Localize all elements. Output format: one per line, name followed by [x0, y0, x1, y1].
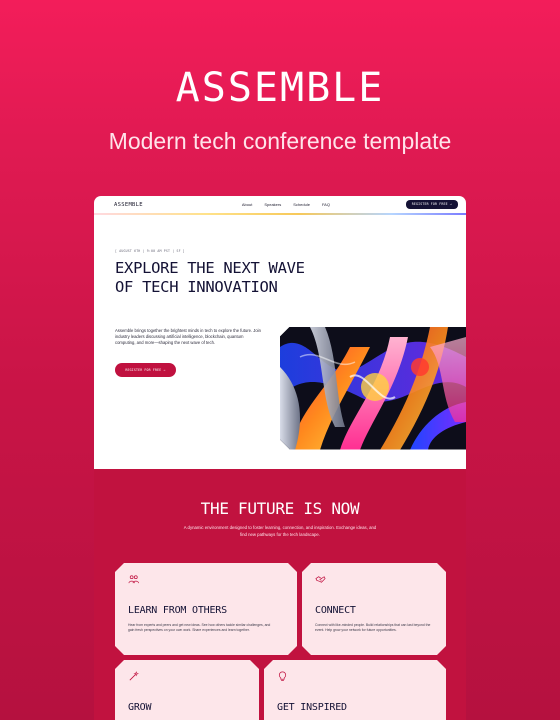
nav-link-schedule[interactable]: Schedule [293, 202, 310, 207]
top-nav: ASSEMBLE About Speakers Schedule FAQ REG… [94, 196, 466, 213]
sparkle-wand-icon [128, 671, 139, 682]
section-title: THE FUTURE IS NOW [200, 499, 360, 518]
future-section: THE FUTURE IS NOW A dynamic environment … [94, 469, 466, 720]
nav-logo[interactable]: ASSEMBLE [114, 202, 143, 208]
card-title: LEARN FROM OTHERS [128, 605, 227, 616]
nav-register-button[interactable]: REGISTER FOR FREE → [405, 200, 458, 209]
handshake-icon [315, 574, 326, 585]
card-title: GET INSPIRED [277, 702, 347, 713]
hero-logo: ASSEMBLE [175, 65, 385, 111]
card-description: Hear from experts and peers and get new … [128, 623, 271, 633]
feature-card-learn: LEARN FROM OTHERS Hear from experts and … [115, 563, 297, 655]
abstract-artwork-graphic [280, 327, 466, 450]
abstract-artwork [280, 327, 466, 450]
card-title: CONNECT [315, 605, 356, 616]
nav-link-speakers[interactable]: Speakers [264, 202, 281, 207]
lightbulb-icon [277, 671, 288, 682]
event-date-tag: [ AUGUST 6TH | 9:00 AM PST | SF ] [115, 248, 185, 253]
feature-card-inspired: GET INSPIRED [264, 660, 446, 720]
feature-card-connect: CONNECT Connect with like-minded people.… [302, 563, 446, 655]
card-description: Connect with like-minded people. Build r… [315, 623, 431, 633]
nav-links: About Speakers Schedule FAQ [242, 202, 330, 207]
headline-line-1: EXPLORE THE NEXT WAVE [115, 258, 305, 277]
hero-section: [ AUGUST 6TH | 9:00 AM PST | SF ] EXPLOR… [94, 215, 466, 470]
people-icon [128, 574, 139, 585]
card-title: GROW [128, 702, 152, 713]
feature-card-grow: GROW [115, 660, 259, 720]
website-preview: ASSEMBLE About Speakers Schedule FAQ REG… [94, 196, 466, 720]
nav-link-about[interactable]: About [242, 202, 252, 207]
nav-link-faq[interactable]: FAQ [322, 202, 330, 207]
register-button[interactable]: REGISTER FOR FREE → [115, 362, 176, 377]
hero-subtitle: Modern tech conference template [108, 128, 452, 154]
section-subtitle: A dynamic environment designed to foster… [183, 525, 377, 537]
hero-description: Assemble brings together the brightest m… [115, 327, 261, 346]
page-headline: EXPLORE THE NEXT WAVE OF TECH INNOVATION [115, 259, 325, 297]
headline-line-2: OF TECH INNOVATION [115, 277, 278, 296]
